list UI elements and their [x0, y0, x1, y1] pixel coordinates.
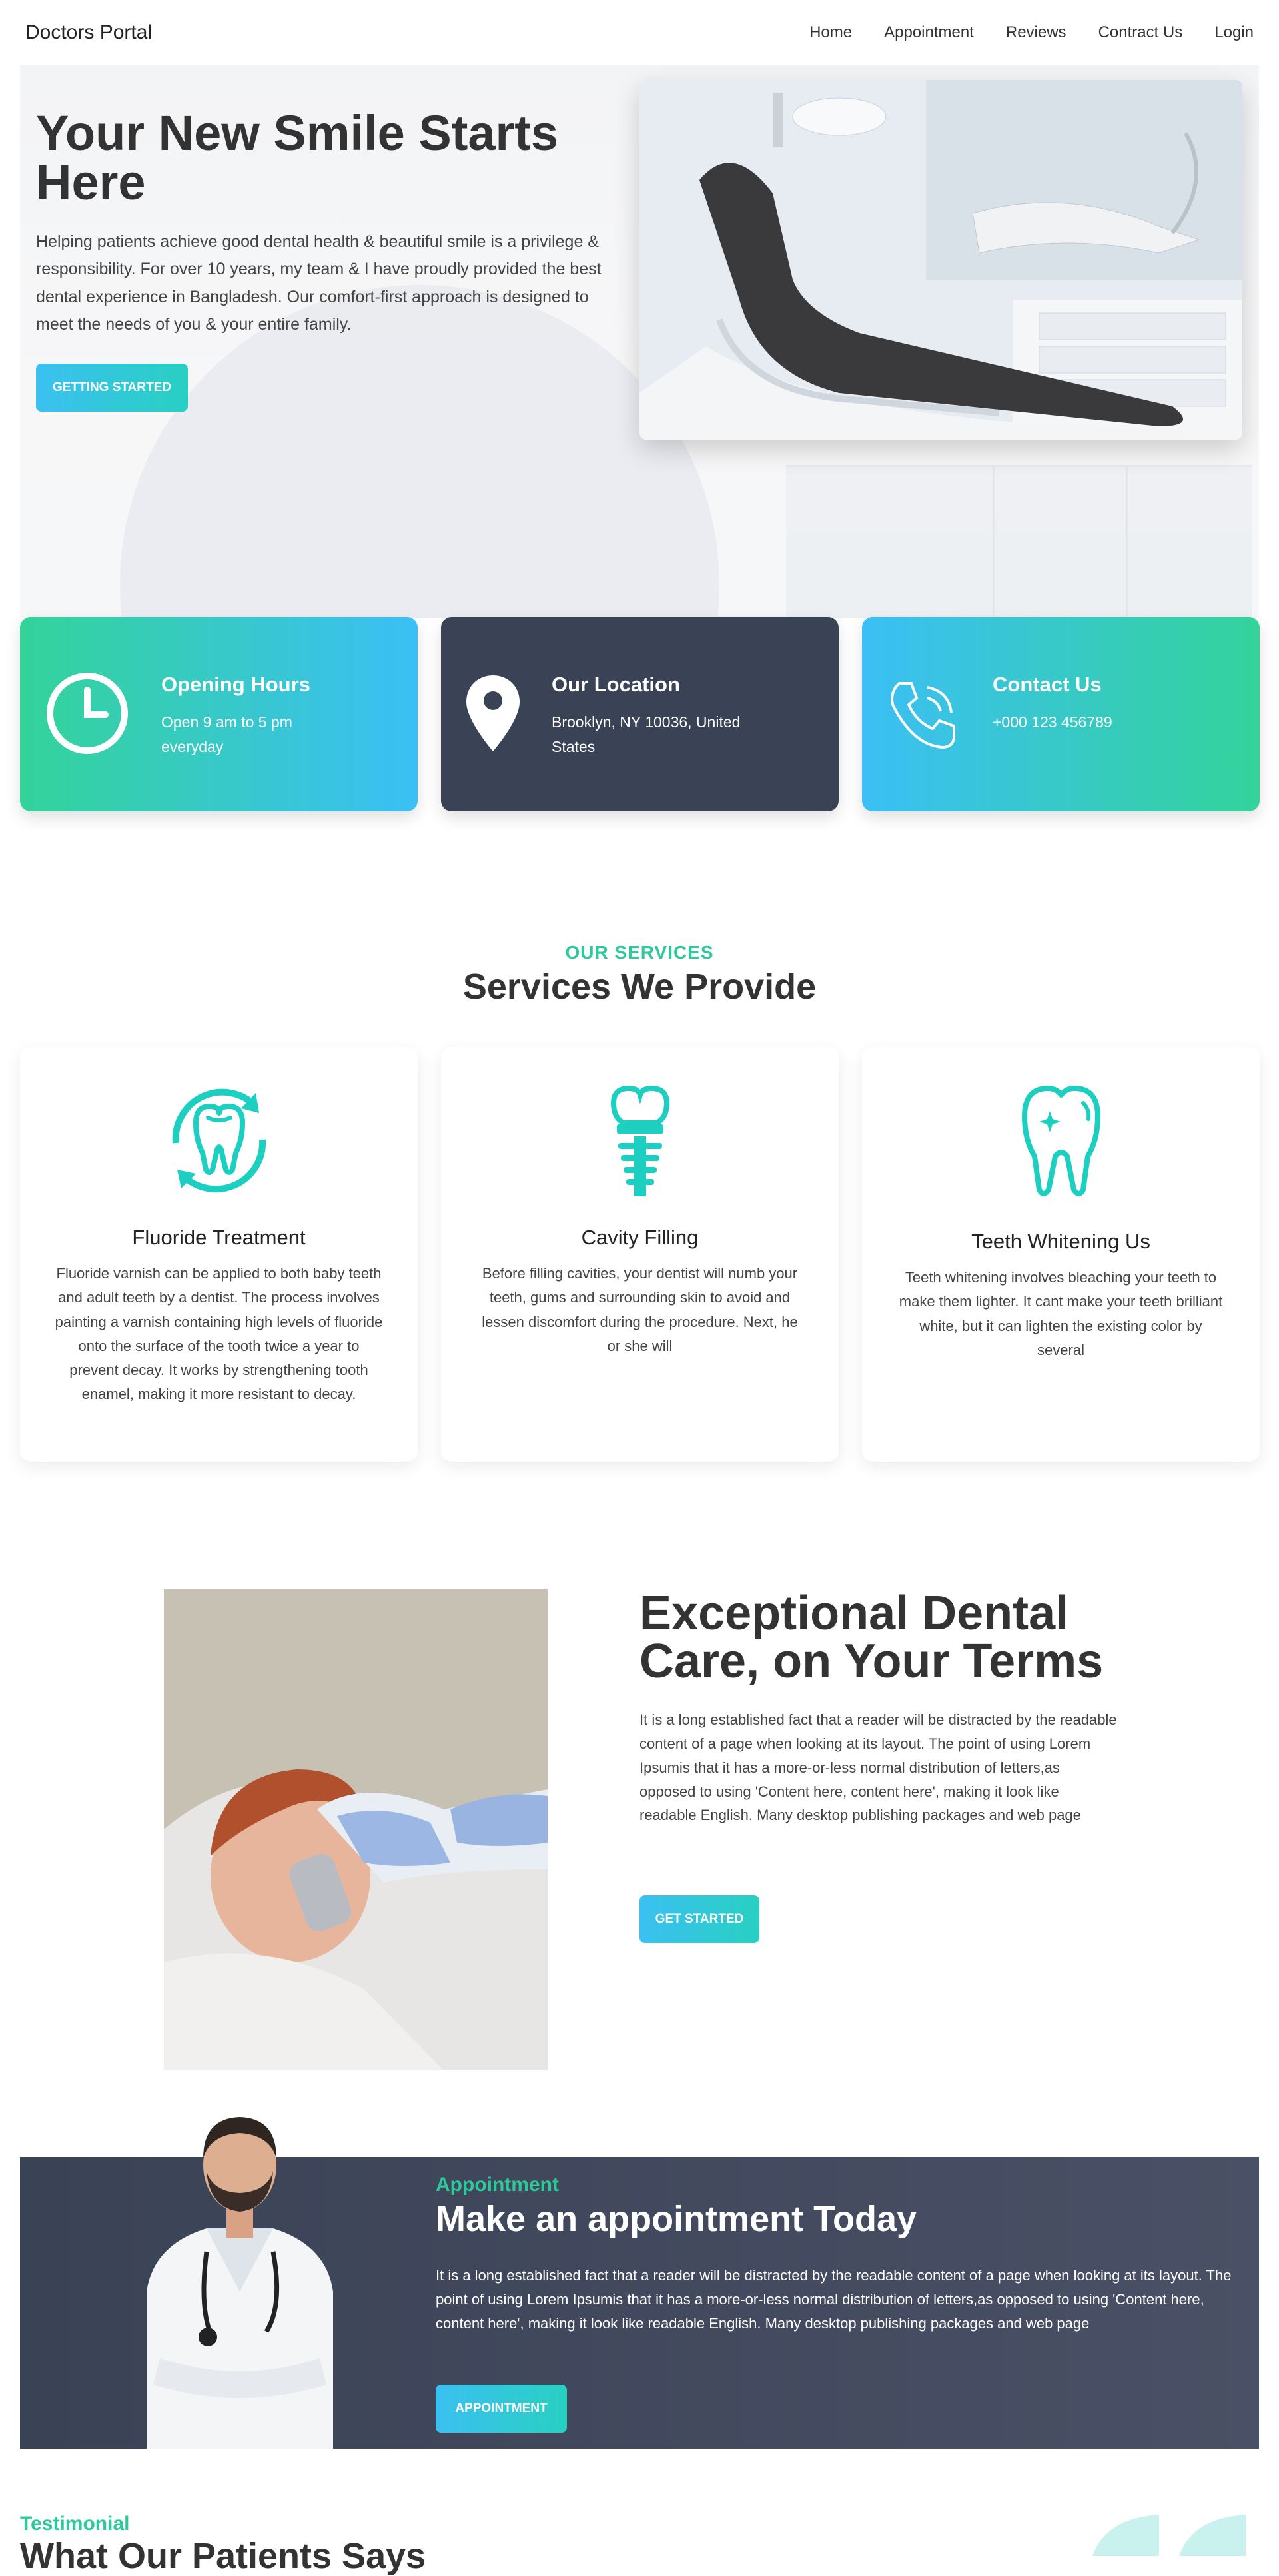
opening-hours-text: Open 9 am to 5 pm everyday	[161, 713, 292, 755]
nav-link-appointment[interactable]: Appointment	[884, 23, 974, 42]
doctor-photo	[133, 2092, 346, 2449]
hero-background-line	[993, 465, 995, 618]
service-icon-wrap	[20, 1076, 418, 1203]
dental-chair-illustration	[640, 80, 1242, 440]
opening-hours-card: Opening Hours Open 9 am to 5 pm everyday	[20, 617, 418, 811]
testimonial-kicker: Testimonial	[20, 2513, 130, 2535]
nav-link-login[interactable]: Login	[1214, 23, 1254, 42]
service-title-fluoride: Fluoride Treatment	[132, 1226, 306, 1249]
quote-mark-icon	[1092, 2515, 1246, 2556]
patient-illustration	[164, 1589, 548, 2070]
exceptional-care-text: It is a long established fact that a rea…	[640, 1711, 1117, 1824]
sparkling-tooth-icon	[1021, 1086, 1100, 1196]
phone-icon	[891, 682, 955, 749]
hero-background-line	[1126, 465, 1128, 618]
appointment-button[interactable]: APPOINTMENT	[436, 2385, 567, 2433]
dental-chair-photo	[640, 80, 1242, 440]
contact-card: Contact Us +000 123 456789	[862, 617, 1260, 811]
location-text: Brooklyn, NY 10036, United States	[552, 713, 741, 755]
quote-icon	[1086, 2511, 1259, 2556]
service-text-whitening: Teeth whitening involves bleaching your …	[899, 1269, 1223, 1358]
navbar: Doctors Portal Home Appointment Reviews …	[0, 0, 1279, 65]
service-text-cavity: Before filling cavities, your dentist wi…	[482, 1265, 798, 1354]
hero-section: Your New Smile Starts Here Helping patie…	[20, 65, 1259, 618]
appointment-title: Make an appointment Today	[436, 2199, 917, 2239]
service-icon-wrap	[441, 1076, 839, 1203]
clock-icon	[47, 673, 128, 754]
nav-link-reviews[interactable]: Reviews	[1006, 23, 1066, 42]
hero-title: Your New Smile Starts Here	[36, 105, 559, 210]
appointment-kicker: Appointment	[436, 2174, 559, 2196]
service-title-whitening: Teeth Whitening Us	[971, 1230, 1150, 1253]
service-icon-wrap	[862, 1076, 1260, 1203]
service-card-whitening: Teeth Whitening Us Teeth whitening invol…	[862, 1047, 1260, 1462]
exceptional-care-title: Exceptional Dental Care, on Your Terms	[640, 1587, 1104, 1688]
hero-background-cabinet	[786, 465, 1252, 618]
contact-title: Contact Us	[993, 673, 1102, 696]
hero-description: Helping patients achieve good dental hea…	[36, 232, 602, 334]
contact-text[interactable]: +000 123 456789	[993, 710, 1212, 735]
testimonial-title: What Our Patients Says	[20, 2536, 426, 2576]
service-title-cavity: Cavity Filling	[581, 1226, 699, 1249]
brand-logo[interactable]: Doctors Portal	[25, 21, 152, 44]
map-pin-icon	[466, 675, 520, 751]
fluoride-tooth-icon	[172, 1088, 266, 1193]
patient-dental-photo	[164, 1589, 548, 2070]
get-started-button[interactable]: GET STARTED	[640, 1895, 759, 1943]
service-card-cavity: Cavity Filling Before filling cavities, …	[441, 1047, 839, 1462]
nav-link-contract-us[interactable]: Contract Us	[1098, 23, 1183, 42]
services-kicker: OUR SERVICES	[565, 942, 714, 963]
appointment-text: It is a long established fact that a rea…	[436, 2267, 1232, 2332]
location-title: Our Location	[552, 673, 680, 696]
opening-hours-title: Opening Hours	[161, 673, 310, 696]
doctor-illustration	[147, 2117, 333, 2449]
services-title: Services We Provide	[462, 967, 817, 1007]
service-text-fluoride: Fluoride varnish can be applied to both …	[55, 1265, 383, 1403]
nav-links: Home Appointment Reviews Contract Us Log…	[777, 23, 1254, 42]
nav-link-home[interactable]: Home	[809, 23, 852, 42]
getting-started-button[interactable]: GETTING STARTED	[36, 364, 188, 412]
dental-implant-icon	[610, 1085, 669, 1196]
service-card-fluoride: Fluoride Treatment Fluoride varnish can …	[20, 1047, 418, 1462]
location-card: Our Location Brooklyn, NY 10036, United …	[441, 617, 839, 811]
